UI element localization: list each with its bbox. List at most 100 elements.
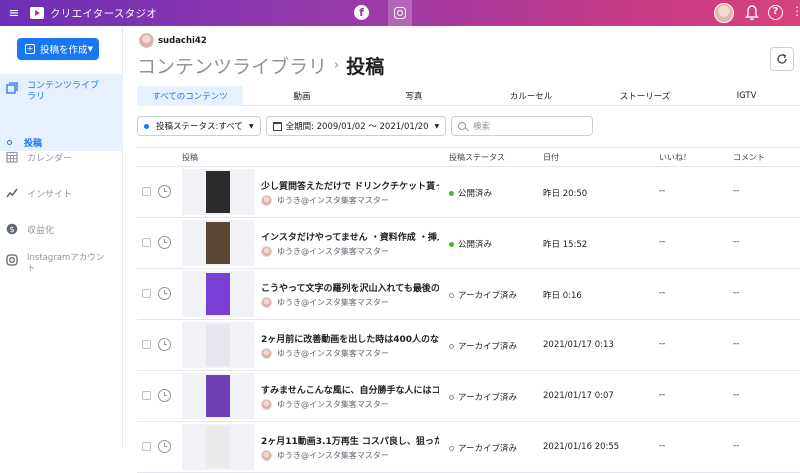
menu-icon[interactable]: ≡ (0, 0, 28, 26)
column-header-status[interactable]: 投稿ステータス (449, 152, 505, 163)
monetization-icon: $ (5, 222, 19, 236)
post-title[interactable]: 2ヶ月前に改善動画を出した時は400人のなこ… (261, 332, 439, 345)
row-checkbox[interactable] (142, 340, 151, 349)
create-post-label: 投稿を作成 (40, 45, 88, 56)
tab-photo[interactable]: 写真 (361, 86, 467, 106)
post-thumbnail-image (206, 222, 230, 264)
status-badge: アーカイブ済み (449, 391, 517, 403)
post-title[interactable]: 2ヶ月11動画3.1万再生 コスパ良し、狙った動… (261, 434, 439, 447)
table-body: 少し質問答えただけで ドリンクチケット貰っ… ゆうき@インスタ集客マスター 公開… (137, 167, 800, 473)
date-range-dropdown[interactable]: 全期間: 2009/01/02 〜 2021/01/20 ▼ (265, 116, 447, 136)
table-row[interactable]: インスタだけやってません ・資料作成 ・挿入… ゆうき@インスタ集客マスター 公… (137, 218, 800, 269)
schedule-clock-icon (158, 389, 171, 402)
author-name: ゆうき@インスタ集客マスター (277, 451, 389, 460)
breadcrumb: コンテンツライブラリ › 投稿 (137, 52, 384, 79)
comments-count: -- (733, 237, 740, 247)
post-thumbnail[interactable] (182, 373, 254, 419)
more-icon[interactable]: ⋮ (791, 4, 800, 20)
status-filter-dropdown[interactable]: 投稿ステータス:すべて ▼ (137, 116, 261, 136)
schedule-clock-icon (158, 236, 171, 249)
post-author: ゆうき@インスタ集客マスター (261, 348, 389, 359)
sidebar-item-label: 収益化 (27, 225, 55, 236)
post-thumbnail[interactable] (182, 424, 254, 470)
schedule-clock-icon (158, 440, 171, 453)
tab-igtv[interactable]: IGTV (695, 86, 798, 106)
tab-stories[interactable]: ストーリーズ (595, 86, 695, 106)
row-checkbox[interactable] (142, 187, 151, 196)
row-checkbox[interactable] (142, 238, 151, 247)
bell-icon[interactable] (744, 4, 760, 22)
table-row[interactable]: すみませんこんな風に、自分勝手な人にはコ… ゆうき@インスタ集客マスター アーカ… (137, 371, 800, 422)
sidebar-item-monetization[interactable]: $ 収益化 (0, 220, 123, 238)
post-author: ゆうき@インスタ集客マスター (261, 297, 389, 308)
column-header-post[interactable]: 投稿 (182, 152, 198, 163)
table-row[interactable]: こうやって文字の羅列を沢山入れても最後の… ゆうき@インスタ集客マスター アーカ… (137, 269, 800, 320)
row-checkbox[interactable] (142, 289, 151, 298)
content-type-tabs: すべてのコンテンツ 動画 写真 カルーセル ストーリーズ IGTV (137, 86, 800, 106)
sidebar: + 投稿を作成 ▼ コンテンツライブラリ 投稿 カレンダー インサイト $ 収益… (0, 26, 123, 448)
schedule-clock-icon (158, 185, 171, 198)
column-header-likes[interactable]: いいね！ (659, 152, 691, 163)
column-header-comments[interactable]: コメント (733, 152, 765, 163)
calendar-icon (5, 150, 19, 164)
search-input[interactable]: 検索 (451, 116, 594, 136)
post-thumbnail-image (206, 375, 230, 417)
sidebar-item-calendar[interactable]: カレンダー (0, 148, 123, 166)
author-name: ゆうき@インスタ集客マスター (277, 298, 389, 307)
post-title[interactable]: インスタだけやってません ・資料作成 ・挿入… (261, 230, 439, 243)
author-name: ゆうき@インスタ集客マスター (277, 196, 389, 205)
chevron-down-icon: ▼ (87, 45, 93, 53)
post-title[interactable]: 少し質問答えただけで ドリンクチケット貰っ… (261, 179, 439, 192)
post-date: 2021/01/17 0:07 (543, 391, 614, 401)
status-badge: 公開済み (449, 187, 492, 199)
refresh-button[interactable] (770, 47, 794, 71)
table-row[interactable]: 2ヶ月前に改善動画を出した時は400人のなこ… ゆうき@インスタ集客マスター ア… (137, 320, 800, 371)
post-thumbnail[interactable] (182, 169, 254, 215)
sidebar-item-instagram-account[interactable]: Instagramアカウント (0, 253, 123, 279)
author-name: ゆうき@インスタ集客マスター (277, 400, 389, 409)
sidebar-item-content-library[interactable]: コンテンツライブラリ (0, 74, 123, 133)
post-author: ゆうき@インスタ集客マスター (261, 450, 389, 461)
row-checkbox[interactable] (142, 391, 151, 400)
chevron-down-icon: ▼ (248, 122, 254, 130)
post-title[interactable]: すみませんこんな風に、自分勝手な人にはコ… (261, 383, 439, 396)
post-thumbnail[interactable] (182, 220, 254, 266)
sidebar-item-insights[interactable]: インサイト (0, 184, 123, 202)
post-author: ゆうき@インスタ集客マスター (261, 195, 389, 206)
dot-icon (7, 139, 12, 145)
likes-count: -- (659, 288, 666, 298)
help-icon[interactable]: ? (768, 5, 783, 20)
create-post-button[interactable]: + 投稿を作成 ▼ (17, 38, 99, 60)
post-thumbnail[interactable] (182, 322, 254, 368)
chevron-right-icon: › (334, 58, 340, 73)
tab-video[interactable]: 動画 (243, 86, 361, 106)
tab-all-content[interactable]: すべてのコンテンツ (137, 86, 243, 106)
post-date: 昨日 20:50 (543, 189, 588, 199)
avatar (261, 450, 272, 461)
creator-studio-logo-icon (30, 7, 44, 19)
status-dot-icon (449, 343, 454, 349)
status-text: アーカイブ済み (458, 291, 517, 301)
comments-count: -- (733, 288, 740, 298)
post-thumbnail[interactable] (182, 271, 254, 317)
row-checkbox[interactable] (142, 442, 151, 451)
column-header-date[interactable]: 日付 (543, 152, 559, 163)
table-row[interactable]: 少し質問答えただけで ドリンクチケット貰っ… ゆうき@インスタ集客マスター 公開… (137, 167, 800, 218)
account-switcher[interactable]: sudachi42 (139, 33, 207, 48)
facebook-tab-icon[interactable]: f (354, 5, 369, 20)
status-dot-icon (449, 292, 454, 298)
app-title: クリエイタースタジオ (50, 7, 158, 20)
post-thumbnail-image (206, 324, 230, 366)
posts-table: 投稿 投稿ステータス 日付 いいね！ コメント 少し質問答えただけで ドリンクチ… (137, 147, 800, 473)
post-title[interactable]: こうやって文字の羅列を沢山入れても最後の… (261, 281, 439, 294)
top-bar: ≡ クリエイタースタジオ f ? ⋮ (0, 0, 800, 26)
avatar (261, 348, 272, 359)
tab-carousel[interactable]: カルーセル (467, 86, 595, 106)
breadcrumb-root[interactable]: コンテンツライブラリ (137, 52, 327, 79)
insights-icon (5, 186, 19, 200)
status-dot-icon (449, 445, 454, 451)
account-name: sudachi42 (158, 35, 207, 46)
likes-count: -- (659, 237, 666, 247)
instagram-tab[interactable] (388, 0, 412, 26)
account-avatar[interactable] (714, 3, 734, 23)
